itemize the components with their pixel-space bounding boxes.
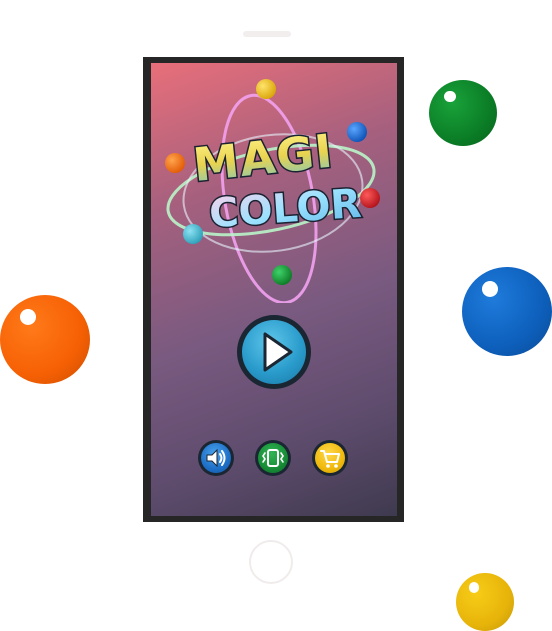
game-logo: MAGI COLOR (165, 79, 380, 303)
speaker-icon (206, 448, 226, 468)
decorative-ball-green (429, 80, 497, 146)
play-button[interactable] (237, 315, 311, 389)
logo-title-line1: MAGI (191, 124, 336, 192)
orbit-ball-orange (165, 153, 185, 173)
game-screen: MAGI COLOR (151, 63, 397, 516)
logo-title-line2: COLOR (208, 181, 363, 238)
vibrate-icon (262, 449, 284, 467)
shop-button[interactable] (312, 440, 348, 476)
play-icon (263, 332, 293, 372)
decorative-ball-yellow (456, 573, 514, 631)
sound-button[interactable] (198, 440, 234, 476)
decorative-ball-blue (462, 267, 552, 356)
phone-speaker (243, 31, 291, 37)
decorative-ball-orange (0, 295, 90, 384)
orbit-ball-blue (347, 122, 367, 142)
cart-icon (320, 450, 340, 468)
orbit-ball-yellow (256, 79, 276, 99)
orbit-ball-cyan (183, 224, 203, 244)
orbit-ball-red (360, 188, 380, 208)
orbit-ball-green (272, 265, 292, 285)
vibrate-button[interactable] (255, 440, 291, 476)
phone-home-button (249, 540, 293, 584)
